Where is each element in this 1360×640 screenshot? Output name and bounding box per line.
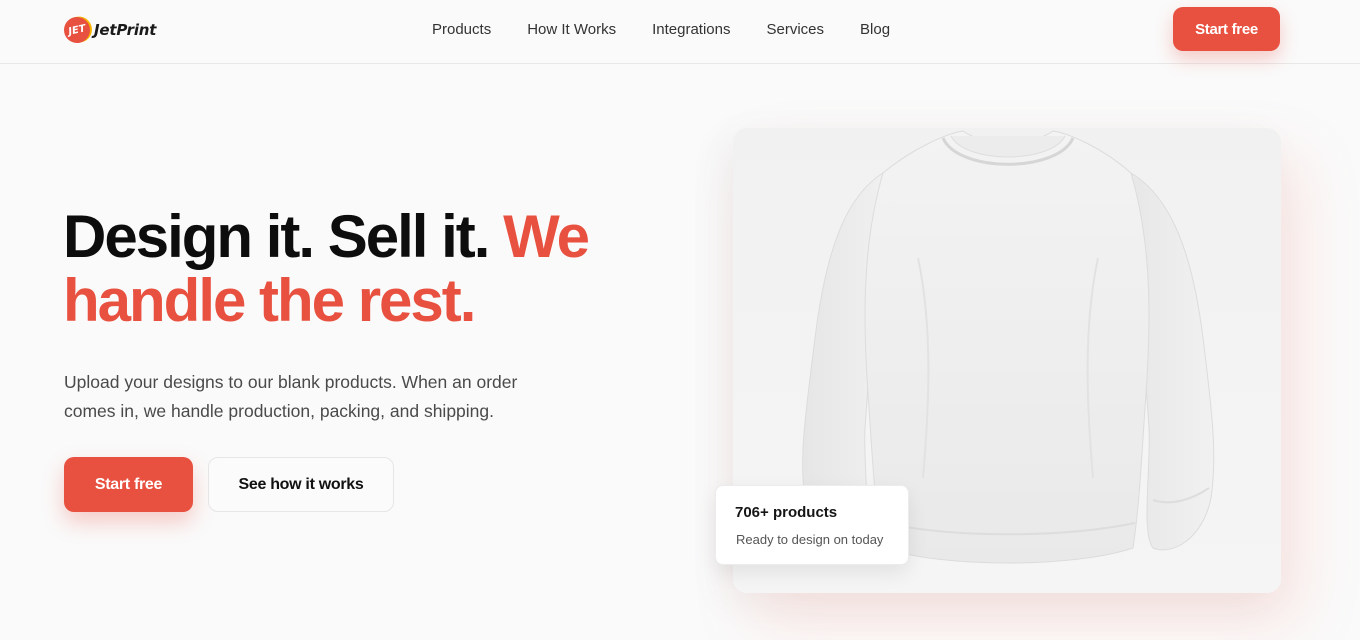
stat-subtitle: Ready to design on today (736, 532, 884, 547)
logo-badge-icon: JET (61, 14, 93, 46)
nav-item-integrations[interactable]: Integrations (652, 21, 730, 38)
brand-name: JetPrint (94, 21, 157, 39)
main-nav: Products How It Works Integrations Servi… (432, 0, 890, 58)
stat-title: 706+ products (735, 504, 838, 521)
nav-item-services[interactable]: Services (767, 21, 825, 38)
site-header: JET JetPrint Products How It Works Integ… (0, 0, 1360, 64)
hero-start-free-button[interactable]: Start free (64, 457, 193, 512)
brand-logo[interactable]: JET JetPrint (61, 14, 157, 46)
see-how-it-works-button[interactable]: See how it works (208, 457, 394, 512)
hero-subtext: Upload your designs to our blank product… (64, 372, 518, 421)
headline-main: Design it. Sell it. (63, 203, 490, 270)
nav-item-blog[interactable]: Blog (860, 21, 890, 38)
products-stat-card: 706+ products Ready to design on today (715, 485, 909, 565)
nav-item-products[interactable]: Products (432, 21, 491, 38)
header-start-free-button[interactable]: Start free (1173, 7, 1280, 51)
hero-headline: Design it. Sell it. We handle the rest. (63, 205, 663, 333)
nav-item-how-it-works[interactable]: How It Works (527, 21, 616, 38)
